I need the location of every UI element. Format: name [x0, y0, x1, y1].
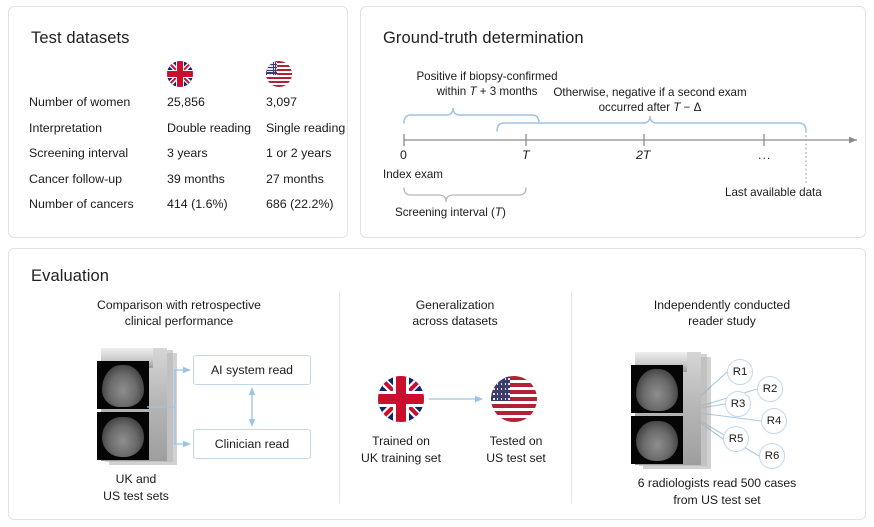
row-value-us: 686 (22.2%)	[266, 197, 334, 211]
tick-label-T: T	[522, 148, 530, 162]
arrowhead-down	[249, 419, 255, 427]
us-flag-icon-generalization	[491, 376, 537, 427]
row-value-us: Single reading	[266, 121, 345, 135]
row-value-uk: Double reading	[167, 121, 251, 135]
table-row: Number of women 25,856 3,097	[29, 95, 347, 121]
arrowhead-up	[249, 387, 255, 395]
trained-on-line2: UK training set	[361, 451, 441, 465]
row-value-uk: 25,856	[167, 95, 205, 109]
reader-study-caption-line1: 6 radiologists read 500 cases	[638, 476, 797, 490]
tested-on-line1: Tested on	[490, 434, 543, 448]
tick-label-2T: 2T	[636, 148, 650, 162]
mammogram-stack-reader-study	[621, 351, 733, 473]
screening-interval-label: Screening interval (T)	[395, 205, 506, 220]
reader-circle-r4: R4	[761, 408, 787, 434]
figure-root: Test datasets	[0, 0, 874, 527]
row-value-uk: 3 years	[167, 146, 208, 160]
tick-label-0: 0	[400, 148, 407, 162]
tested-on-line2: US test set	[486, 451, 546, 465]
reader-circle-r2: R2	[757, 376, 783, 402]
brace-screening-interval	[404, 188, 526, 202]
panel-ground-truth: Ground-truth determination	[360, 6, 866, 238]
row-label: Cancer follow-up	[29, 172, 122, 186]
reader-study-caption-line2: from US test set	[673, 493, 760, 507]
index-exam-label: Index exam	[383, 167, 443, 182]
table-row: Cancer follow-up 39 months 27 months	[29, 172, 347, 198]
positive-criterion-line2: within T + 3 months	[437, 85, 538, 98]
eval-col2-title-line2: across datasets	[412, 314, 497, 328]
row-value-uk: 414 (1.6%)	[167, 197, 228, 211]
brace-positive-window	[404, 108, 539, 123]
row-label: Screening interval	[29, 146, 128, 160]
table-header-row	[29, 55, 347, 95]
us-flag-canton	[491, 376, 510, 401]
panel-test-datasets: Test datasets	[8, 6, 348, 238]
row-value-us: 1 or 2 years	[266, 146, 331, 160]
eval-col3-title-line1: Independently conducted	[654, 298, 790, 312]
mammogram-view-mlo	[631, 416, 683, 464]
ground-truth-timeline: Positive if biopsy-confirmed within T + …	[361, 7, 867, 239]
arrowhead-to-clinician	[183, 441, 191, 447]
eval-col3-title-line2: reader study	[688, 314, 756, 328]
mammogram-view-cc	[631, 365, 683, 413]
uk-flag-icon	[167, 61, 193, 92]
table-row: Number of cancers 414 (1.6%) 686 (22.2%)	[29, 197, 347, 223]
eval-col2-title-line1: Generalization	[416, 298, 495, 312]
timeline-arrowhead	[849, 137, 857, 144]
row-value-uk: 39 months	[167, 172, 225, 186]
table-row: Interpretation Double reading Single rea…	[29, 121, 347, 147]
negative-criterion-line1: Otherwise, negative if a second exam	[553, 86, 746, 99]
split-to-ai-line	[175, 370, 185, 407]
reader-circle-r5: R5	[723, 426, 749, 452]
reader-circle-r1: R1	[727, 359, 753, 385]
brace-negative-window	[497, 116, 806, 131]
panel-evaluation: Evaluation Comparison with retrospective…	[8, 248, 866, 520]
negative-criterion-line2: occurred after T − Δ	[599, 101, 702, 114]
reader-circle-r3: R3	[725, 391, 751, 417]
us-flag-canton	[266, 61, 277, 75]
arrowhead-to-ai	[183, 367, 191, 373]
tick-label-ellipsis: ...	[758, 148, 771, 162]
split-to-clinician-line	[175, 407, 185, 444]
eval-column-2-source-caption: Trained on UK training set	[341, 433, 461, 466]
row-label: Interpretation	[29, 121, 102, 135]
panel-title-test-datasets: Test datasets	[31, 29, 130, 48]
row-value-us: 27 months	[266, 172, 324, 186]
test-datasets-table: Number of women 25,856 3,097 Interpretat…	[29, 55, 347, 223]
eval-column-3-title: Independently conducted reader study	[609, 297, 835, 329]
uk-flag-icon-generalization	[378, 376, 424, 427]
row-label: Number of women	[29, 95, 130, 109]
row-label: Number of cancers	[29, 197, 134, 211]
table-row: Screening interval 3 years 1 or 2 years	[29, 146, 347, 172]
eval-column-2-title: Generalization across datasets	[355, 297, 555, 329]
eval-column-3-caption: 6 radiologists read 500 cases from US te…	[599, 475, 835, 508]
negative-criterion-label: Otherwise, negative if a second exam occ…	[529, 85, 771, 115]
reader-circle-r6: R6	[759, 443, 785, 469]
trained-on-line1: Trained on	[372, 434, 430, 448]
row-value-us: 3,097	[266, 95, 297, 109]
eval-column-2-target-caption: Tested on US test set	[461, 433, 571, 466]
positive-criterion-line1: Positive if biopsy-confirmed	[416, 70, 557, 83]
us-flag-icon	[266, 61, 292, 92]
last-available-data-label: Last available data	[725, 185, 822, 200]
uk-to-us-arrowhead	[475, 396, 483, 403]
